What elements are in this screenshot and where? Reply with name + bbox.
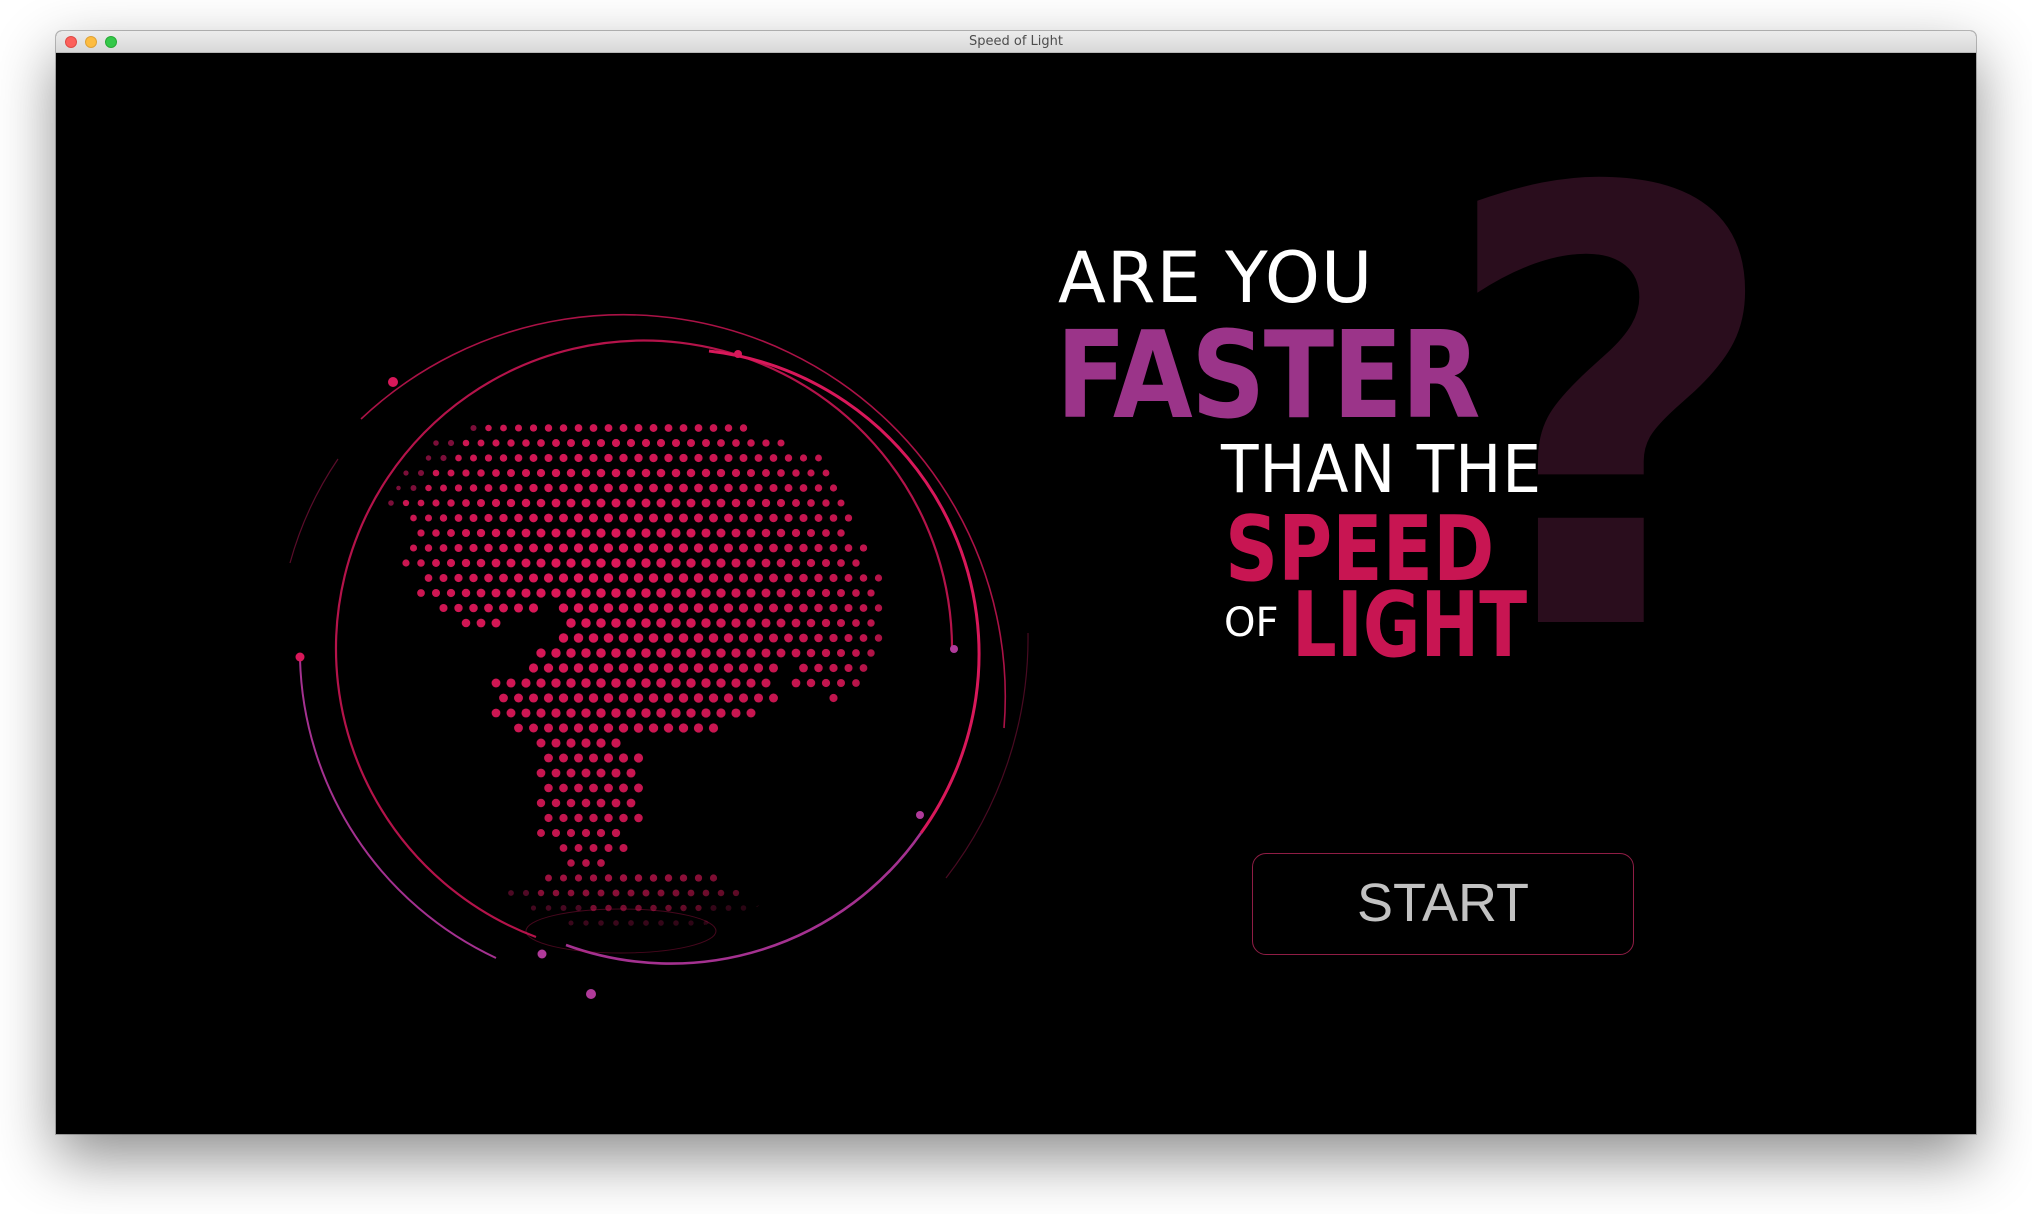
headline-light: LIGHT	[1292, 573, 1528, 678]
headline-are-you: ARE YOU	[1058, 237, 1374, 319]
window-title: Speed of Light	[969, 34, 1063, 49]
headline-faster: FASTER	[1056, 307, 1481, 446]
app-window: Speed of Light ? ARE YOU FASTER THAN THE…	[56, 31, 1976, 1134]
title-bar[interactable]: Speed of Light	[56, 31, 1976, 53]
globe-icon	[289, 313, 1029, 999]
globe-dots	[346, 353, 926, 933]
headline-than-the: THAN THE	[1221, 431, 1542, 508]
game-screen: ? ARE YOU FASTER THAN THE SPEED OF LIGHT…	[56, 53, 1976, 1134]
headline-of: OF	[1224, 600, 1279, 646]
start-button[interactable]: START	[1252, 853, 1634, 955]
headline: ? ARE YOU FASTER THAN THE SPEED OF LIGHT	[1056, 115, 1876, 743]
